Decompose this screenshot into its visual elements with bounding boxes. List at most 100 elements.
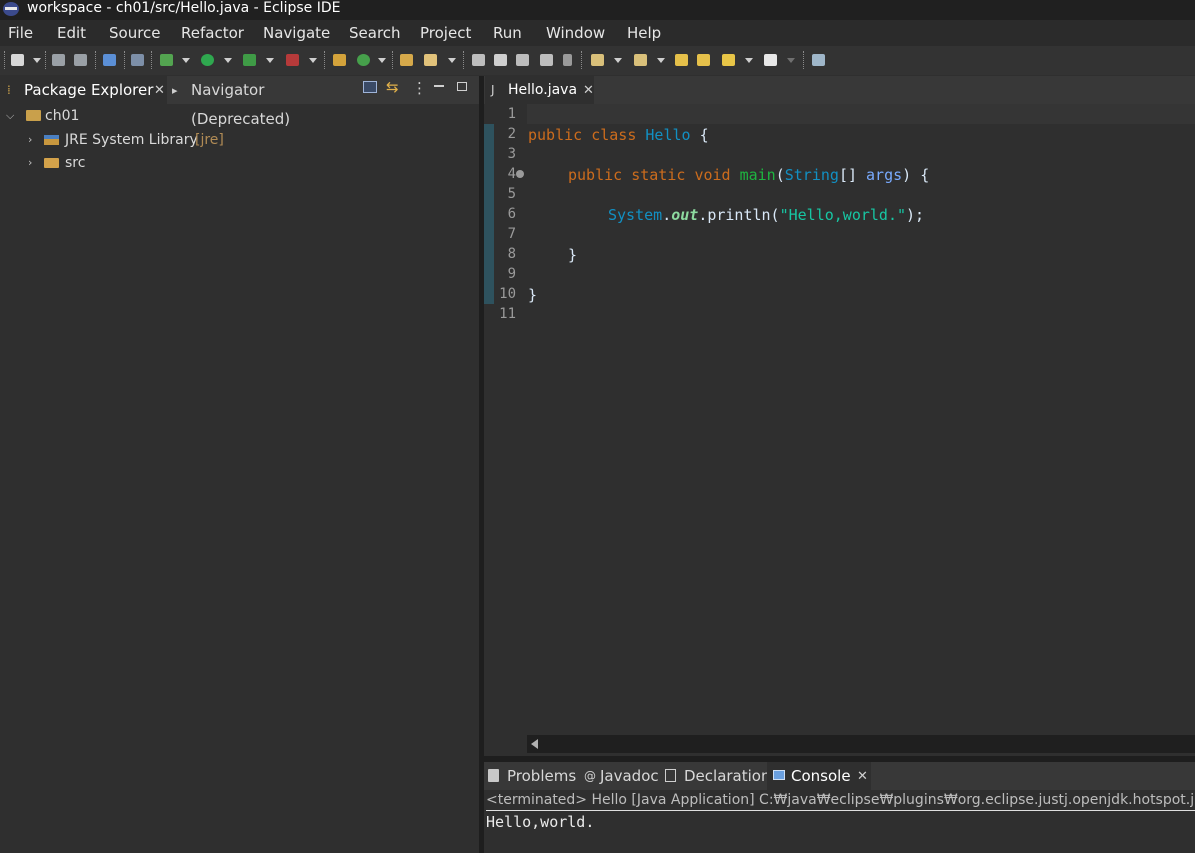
view-menu-icon[interactable]: ⋮ [412,79,427,97]
toolbar-separator [392,51,394,69]
project-label: ch01 [45,108,80,124]
last-edit-icon[interactable] [675,54,688,66]
last-edit-forward-icon[interactable] [697,54,710,66]
run-icon[interactable] [201,54,214,66]
previous-annotation-icon[interactable] [634,54,647,66]
close-icon[interactable]: ✕ [154,76,165,105]
chevron-right-icon[interactable]: › [28,130,32,150]
save-all-icon[interactable] [74,54,87,66]
line-number: 1 [507,106,516,122]
block-selection-icon[interactable] [516,54,529,66]
tab-package-explorer[interactable]: ⁞ Package Explorer ✕ [0,76,167,104]
menu-edit[interactable]: Edit [57,24,86,42]
show-whitespace-icon[interactable] [563,54,572,66]
external-tools-icon[interactable] [286,54,299,66]
console-toggle-icon[interactable] [103,54,116,66]
coverage-dropdown-icon[interactable] [266,58,274,63]
tab-label: Package Explorer [24,81,154,99]
problems-icon [488,769,499,782]
close-icon[interactable]: ✕ [583,76,594,105]
tab-label: Javadoc [600,767,659,785]
tree-item-src[interactable]: › src [24,153,474,173]
debug-icon[interactable] [160,54,173,66]
tab-javadoc[interactable]: @ Javadoc [577,762,659,790]
navigator-icon: ▸ [172,84,178,97]
new-wizard-icon[interactable] [11,54,24,66]
open-perspective-icon[interactable] [812,54,825,66]
word-wrap-icon[interactable] [540,54,553,66]
bottom-tab-bar: Problems @ Javadoc Declaration Console ✕ [484,762,1195,790]
coverage-icon[interactable] [243,54,256,66]
jre-decoration: [jre] [195,132,224,148]
console-output: Hello,world. [486,813,595,831]
console-icon [773,770,785,780]
fold-collapse-icon[interactable] [516,170,524,178]
menu-project[interactable]: Project [420,24,471,42]
new-dropdown-icon[interactable] [33,58,41,63]
line-number: 4 [507,166,516,182]
next-annotation-dropdown-icon[interactable] [614,58,622,63]
tab-hello-java[interactable]: J Hello.java ✕ [485,76,594,104]
method-name-token: main [739,166,776,184]
menu-refactor[interactable]: Refactor [181,24,244,42]
eclipse-logo-icon [3,2,19,16]
menu-window[interactable]: Window [546,24,605,42]
skip-breakpoints-icon[interactable] [131,54,144,66]
back-arrow-icon[interactable] [722,54,735,66]
javadoc-icon: @ [584,769,596,783]
tab-navigator[interactable]: ▸ Navigator (Deprecated) [168,76,354,128]
next-annotation-icon[interactable] [591,54,604,66]
tab-problems[interactable]: Problems [484,762,576,790]
link-with-editor-icon[interactable]: ⇆ [386,78,399,96]
chevron-right-icon[interactable]: › [28,153,32,173]
editor-tab-bar: J Hello.java ✕ [484,76,1195,104]
previous-annotation-dropdown-icon[interactable] [657,58,665,63]
save-icon[interactable] [52,54,65,66]
dot-token: . [662,206,672,224]
menu-navigate[interactable]: Navigate [263,24,330,42]
search-icon[interactable] [424,54,437,66]
tab-declaration[interactable]: Declaration [660,762,770,790]
new-package-icon[interactable] [333,54,346,66]
open-type-icon[interactable] [400,54,413,66]
new-class-icon[interactable] [357,54,370,66]
back-dropdown-icon[interactable] [745,58,753,63]
toolbar-separator [45,51,47,69]
new-class-dropdown-icon[interactable] [378,58,386,63]
main-toolbar [0,46,1195,75]
forward-arrow-icon[interactable] [764,54,777,66]
tab-console[interactable]: Console ✕ [767,762,871,790]
tree-item-project[interactable]: ⌵ ch01 [4,106,474,126]
menu-search[interactable]: Search [349,24,401,42]
annotation-icon[interactable] [472,54,485,66]
keyword-token: static [631,166,686,184]
debug-dropdown-icon[interactable] [182,58,190,63]
java-file-icon: J [491,83,495,97]
tree-item-jre[interactable]: › JRE System Library [jre] [24,130,474,150]
horizontal-scrollbar[interactable] [527,735,1195,753]
toolbar-separator [324,51,326,69]
chevron-down-icon[interactable]: ⌵ [6,106,14,126]
line-number: 11 [499,306,516,322]
code-line-6: System.out.println("Hello,world."); [608,205,924,225]
search-dropdown-icon[interactable] [448,58,456,63]
menu-run[interactable]: Run [493,24,522,42]
menu-help[interactable]: Help [627,24,661,42]
menu-file[interactable]: File [8,24,33,42]
code-editor[interactable] [484,104,1195,756]
maximize-icon[interactable] [457,82,467,91]
class-name-token: Hello [645,126,691,144]
line-number: 8 [507,246,516,262]
menu-source[interactable]: Source [109,24,161,42]
run-dropdown-icon[interactable] [224,58,232,63]
mark-occurrences-icon[interactable] [494,54,507,66]
forward-dropdown-icon[interactable] [787,58,795,63]
collapse-all-icon[interactable] [363,81,377,93]
package-explorer-icon: ⁞ [7,83,11,97]
window-title: workspace - ch01/src/Hello.java - Eclips… [27,0,341,16]
external-tools-dropdown-icon[interactable] [309,58,317,63]
source-folder-icon [44,158,59,168]
scroll-left-icon[interactable] [531,739,538,749]
minimize-icon[interactable] [434,85,444,87]
close-icon[interactable]: ✕ [857,762,868,791]
